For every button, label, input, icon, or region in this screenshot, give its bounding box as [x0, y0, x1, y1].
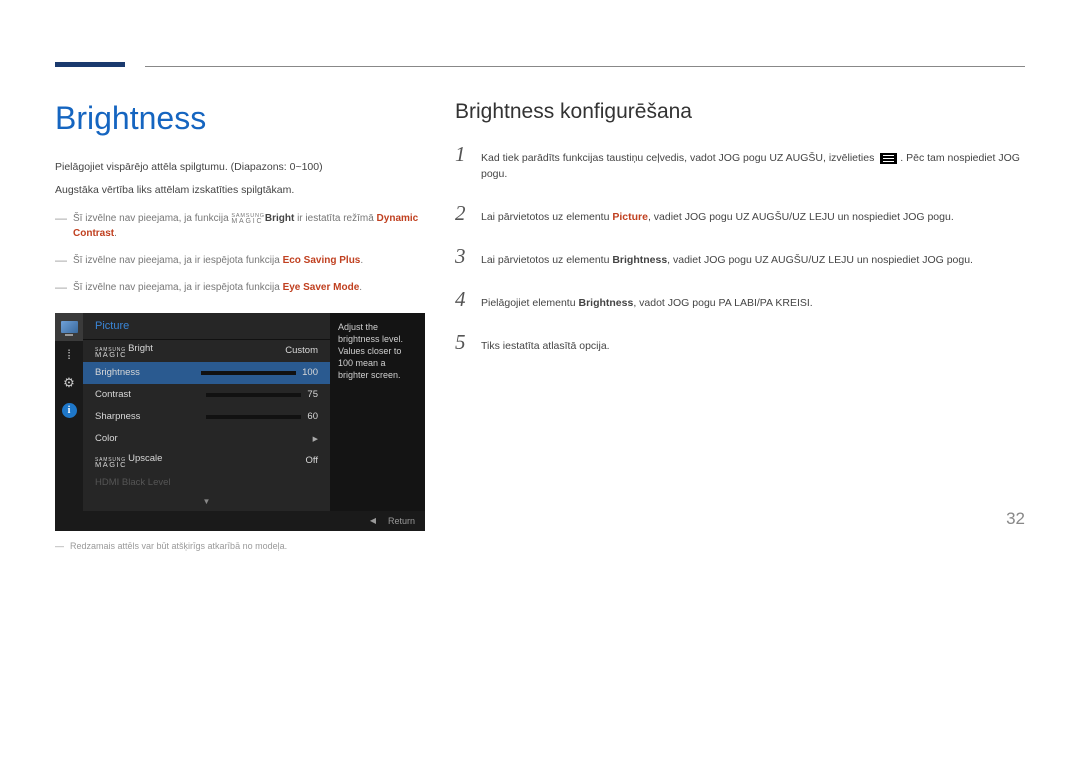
- gear-icon: ⚙: [63, 375, 75, 391]
- page-number: 32: [1006, 509, 1025, 529]
- note-1: ― Šī izvēlne nav pieejama, ja funkcija S…: [55, 211, 425, 241]
- intro-text-1: Pielāgojiet vispārējo attēla spilgtumu. …: [55, 159, 425, 176]
- osd-row-hdmi: HDMI Black Level: [83, 472, 330, 494]
- osd-row-brightness[interactable]: Brightness 100: [83, 362, 330, 384]
- osd-nav-settings[interactable]: ⚙: [55, 369, 83, 397]
- osd-row-magicbright[interactable]: SAMSUNGMAGICBright Custom: [83, 340, 330, 362]
- osd-row-sharpness[interactable]: Sharpness 60: [83, 406, 330, 428]
- osd-panel: ⁞ ⚙ i Picture SAMSUNGMAGICBright Custom …: [55, 313, 425, 531]
- osd-nav-picture[interactable]: [55, 313, 83, 341]
- dots-icon: ⁞: [67, 347, 71, 362]
- note-2: ― Šī izvēlne nav pieejama, ja ir iespējo…: [55, 253, 425, 268]
- osd-nav-info[interactable]: i: [55, 397, 83, 425]
- menu-icon: [880, 153, 897, 164]
- return-label[interactable]: Return: [388, 516, 415, 526]
- osd-row-contrast[interactable]: Contrast 75: [83, 384, 330, 406]
- osd-row-color[interactable]: Color ▶: [83, 428, 330, 450]
- osd-nav-options[interactable]: ⁞: [55, 341, 83, 369]
- note-3: ― Šī izvēlne nav pieejama, ja ir iespējo…: [55, 280, 425, 295]
- osd-title: Picture: [83, 313, 330, 340]
- step-4: 4 Pielāgojiet elementu Brightness, vadot…: [455, 287, 1025, 312]
- nav-left-icon[interactable]: ◀: [370, 516, 376, 525]
- step-5: 5 Tiks iestatīta atlasītā opcija.: [455, 330, 1025, 355]
- osd-description: Adjust the brightness level. Values clos…: [330, 313, 425, 511]
- section-title: Brightness konfigurēšana: [455, 100, 1025, 124]
- step-1: 1 Kad tiek parādīts funkcijas taustiņu c…: [455, 142, 1025, 183]
- monitor-icon: [61, 321, 78, 333]
- scroll-down-icon[interactable]: ▼: [83, 494, 330, 511]
- step-3: 3 Lai pārvietotos uz elementu Brightness…: [455, 244, 1025, 269]
- page-title: Brightness: [55, 100, 425, 137]
- intro-text-2: Augstāka vērtība liks attēlam izskatītie…: [55, 182, 425, 199]
- step-2: 2 Lai pārvietotos uz elementu Picture, v…: [455, 201, 1025, 226]
- chevron-right-icon: ▶: [313, 435, 318, 443]
- info-icon: i: [62, 403, 77, 418]
- osd-row-upscale[interactable]: SAMSUNGMAGICUpscale Off: [83, 450, 330, 472]
- image-footnote: ― Redzamais attēls var būt atšķirīgs atk…: [55, 541, 425, 551]
